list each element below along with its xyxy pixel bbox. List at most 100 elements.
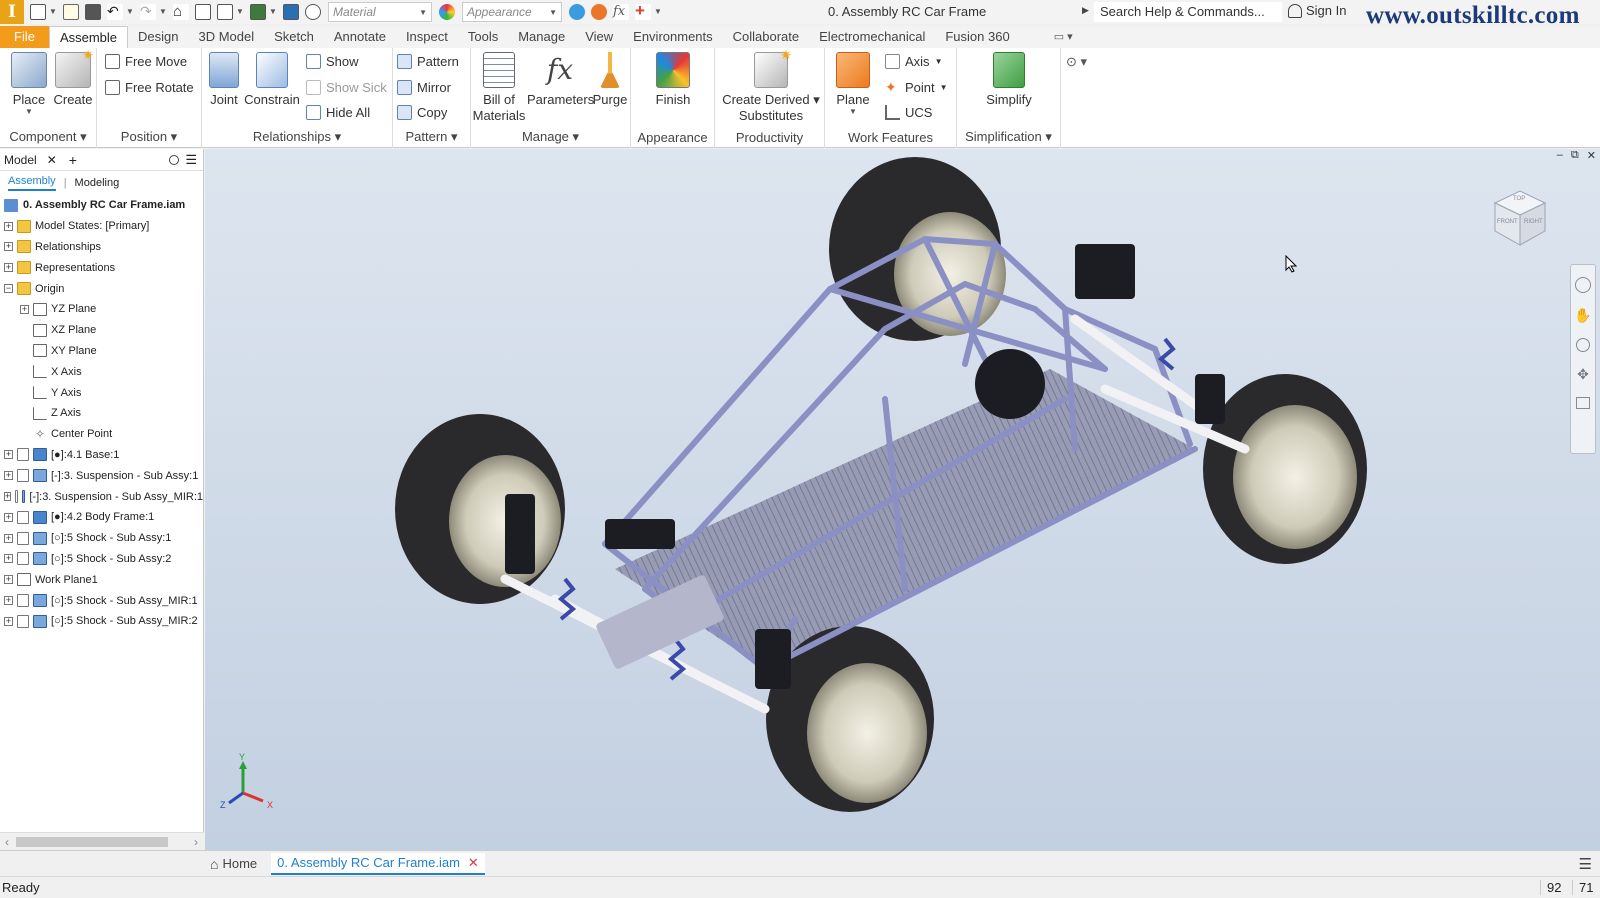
- measure-dropdown-icon[interactable]: ▼: [269, 8, 277, 16]
- redo-icon[interactable]: ↷: [140, 4, 156, 20]
- expand-icon[interactable]: +: [4, 512, 13, 522]
- document-tab-close-icon[interactable]: ✕: [468, 855, 479, 871]
- tree-item[interactable]: + [○]:5 Shock - Sub Assy_MIR:1: [0, 590, 203, 611]
- browser-menu-icon[interactable]: ☰: [185, 152, 197, 168]
- ucs-button[interactable]: UCS: [885, 105, 932, 120]
- expand-icon[interactable]: +: [4, 554, 13, 564]
- finish-button[interactable]: Finish: [649, 52, 697, 107]
- tree-item[interactable]: + [●]:4.1 Base:1: [0, 445, 203, 466]
- tab-annotate[interactable]: Annotate: [324, 26, 396, 48]
- place-button[interactable]: Place ▼: [8, 52, 50, 116]
- graphics-viewport[interactable]: TOP FRONT RIGHT – ⧉ ✕ ✋ ✥ Y X Z: [205, 149, 1600, 850]
- show-sick-button[interactable]: Show Sick: [306, 80, 387, 95]
- viewport-restore-icon[interactable]: ⧉: [1571, 149, 1579, 162]
- expand-icon[interactable]: +: [4, 221, 13, 231]
- tree-root[interactable]: 0. Assembly RC Car Frame.iam: [0, 195, 203, 216]
- expand-icon[interactable]: +: [20, 304, 29, 314]
- home-tab[interactable]: ⌂ Home: [210, 856, 257, 872]
- ribbon-extra-dropdown[interactable]: ⊙ ▾: [1066, 54, 1087, 70]
- tree-item[interactable]: ✧ Center Point: [0, 424, 203, 445]
- search-help-input[interactable]: Search Help & Commands...: [1094, 2, 1282, 22]
- simplify-button[interactable]: Simplify: [979, 52, 1039, 107]
- free-rotate-button[interactable]: Free Rotate: [105, 80, 194, 95]
- create-derived-substitutes-button[interactable]: ✷ Create Derived ▾ Substitutes: [719, 47, 823, 124]
- tree-item[interactable]: − Origin: [0, 278, 203, 299]
- tab-file[interactable]: File: [0, 26, 49, 48]
- new-icon[interactable]: [30, 4, 46, 20]
- view-cube[interactable]: TOP FRONT RIGHT: [1493, 189, 1547, 247]
- ribbon-display-options-button[interactable]: ▭ ▾: [1054, 26, 1073, 48]
- tree-item[interactable]: + Work Plane1: [0, 569, 203, 590]
- tab-manage[interactable]: Manage: [508, 26, 575, 48]
- tab-view[interactable]: View: [575, 26, 623, 48]
- fx-icon[interactable]: fx: [613, 4, 629, 20]
- tree-item[interactable]: + Model States: [Primary]: [0, 216, 203, 237]
- collapse-icon[interactable]: −: [4, 284, 13, 294]
- browser-add-icon[interactable]: +: [69, 152, 77, 168]
- expand-icon[interactable]: +: [4, 533, 13, 543]
- expand-icon[interactable]: +: [4, 616, 13, 626]
- scroll-right-icon[interactable]: ›: [194, 835, 198, 849]
- plane-button[interactable]: Plane ▼: [831, 52, 875, 116]
- constrain-button[interactable]: Constrain: [244, 52, 300, 107]
- document-tab-active[interactable]: 0. Assembly RC Car Frame.iam ✕: [271, 852, 485, 875]
- undo-dropdown-icon[interactable]: ▼: [126, 8, 134, 16]
- scroll-left-icon[interactable]: ‹: [5, 835, 9, 849]
- steering-wheel-icon[interactable]: [1575, 277, 1591, 293]
- purge-button[interactable]: Purge: [589, 52, 631, 107]
- panel-component-title[interactable]: Component ▾: [0, 129, 96, 145]
- home-icon[interactable]: ⌂: [173, 4, 189, 20]
- browser-tab-assembly[interactable]: Assembly: [8, 175, 56, 191]
- panel-relationships-title[interactable]: Relationships ▾: [202, 129, 392, 145]
- pattern-button[interactable]: Pattern: [397, 54, 459, 69]
- open-icon[interactable]: [63, 4, 79, 20]
- redo-dropdown-icon[interactable]: ▼: [159, 8, 167, 16]
- expand-icon[interactable]: +: [4, 596, 13, 606]
- tab-fusion-360[interactable]: Fusion 360: [935, 26, 1019, 48]
- expand-icon[interactable]: +: [4, 471, 13, 481]
- bill-of-materials-button[interactable]: Bill of Materials: [471, 52, 527, 124]
- tab-sketch[interactable]: Sketch: [264, 26, 324, 48]
- tree-item[interactable]: + [○]:5 Shock - Sub Assy_MIR:2: [0, 611, 203, 632]
- tree-item[interactable]: XY Plane: [0, 341, 203, 362]
- expand-icon[interactable]: +: [4, 242, 13, 252]
- tab-menu-icon[interactable]: ☰: [1579, 855, 1592, 873]
- viewport-minimize-icon[interactable]: –: [1557, 149, 1563, 162]
- browser-hscrollbar[interactable]: ‹ ›: [0, 832, 204, 850]
- clear-appearance-icon[interactable]: [591, 4, 607, 20]
- expand-icon[interactable]: +: [4, 492, 12, 502]
- app-logo[interactable]: I: [0, 0, 24, 24]
- panel-pattern-title[interactable]: Pattern ▾: [393, 129, 470, 145]
- tree-item[interactable]: + YZ Plane: [0, 299, 203, 320]
- tab-design[interactable]: Design: [128, 26, 188, 48]
- material-dropdown[interactable]: Material ▼: [328, 2, 432, 22]
- browser-search-icon[interactable]: [169, 154, 180, 165]
- new-dropdown-icon[interactable]: ▼: [49, 8, 57, 16]
- tree-item[interactable]: + [●]:4.2 Body Frame:1: [0, 507, 203, 528]
- axis-button[interactable]: Axis ▼: [885, 54, 942, 69]
- tree-item[interactable]: + [○]:5 Shock - Sub Assy:2: [0, 549, 203, 570]
- adjust-appearance-icon[interactable]: [569, 4, 585, 20]
- hide-all-button[interactable]: Hide All: [306, 105, 370, 120]
- tab-3d-model[interactable]: 3D Model: [189, 26, 265, 48]
- viewport-close-icon[interactable]: ✕: [1587, 149, 1596, 162]
- tree-item[interactable]: + Relationships: [0, 237, 203, 258]
- undo-icon[interactable]: ↶: [107, 4, 123, 20]
- parameters-button[interactable]: fx Parameters: [527, 52, 594, 107]
- tab-tools[interactable]: Tools: [458, 26, 508, 48]
- update-icon[interactable]: [195, 4, 211, 20]
- customize-qat-icon[interactable]: ▼: [654, 8, 662, 16]
- pan-icon[interactable]: ✋: [1574, 307, 1591, 324]
- panel-manage-title[interactable]: Manage ▾: [471, 129, 630, 145]
- panel-position-title[interactable]: Position ▾: [97, 129, 201, 145]
- tree-item[interactable]: XZ Plane: [0, 320, 203, 341]
- tree-item[interactable]: X Axis: [0, 361, 203, 382]
- tree-item[interactable]: Y Axis: [0, 382, 203, 403]
- measure-icon[interactable]: [250, 4, 266, 20]
- zoom-icon[interactable]: [1576, 338, 1590, 352]
- tab-inspect[interactable]: Inspect: [396, 26, 458, 48]
- point-button[interactable]: ✦ Point ▼: [885, 80, 948, 96]
- tree-item[interactable]: + [-]:3. Suspension - Sub Assy:1: [0, 465, 203, 486]
- sign-in-button[interactable]: Sign In: [1288, 3, 1346, 18]
- show-button[interactable]: Show: [306, 54, 359, 69]
